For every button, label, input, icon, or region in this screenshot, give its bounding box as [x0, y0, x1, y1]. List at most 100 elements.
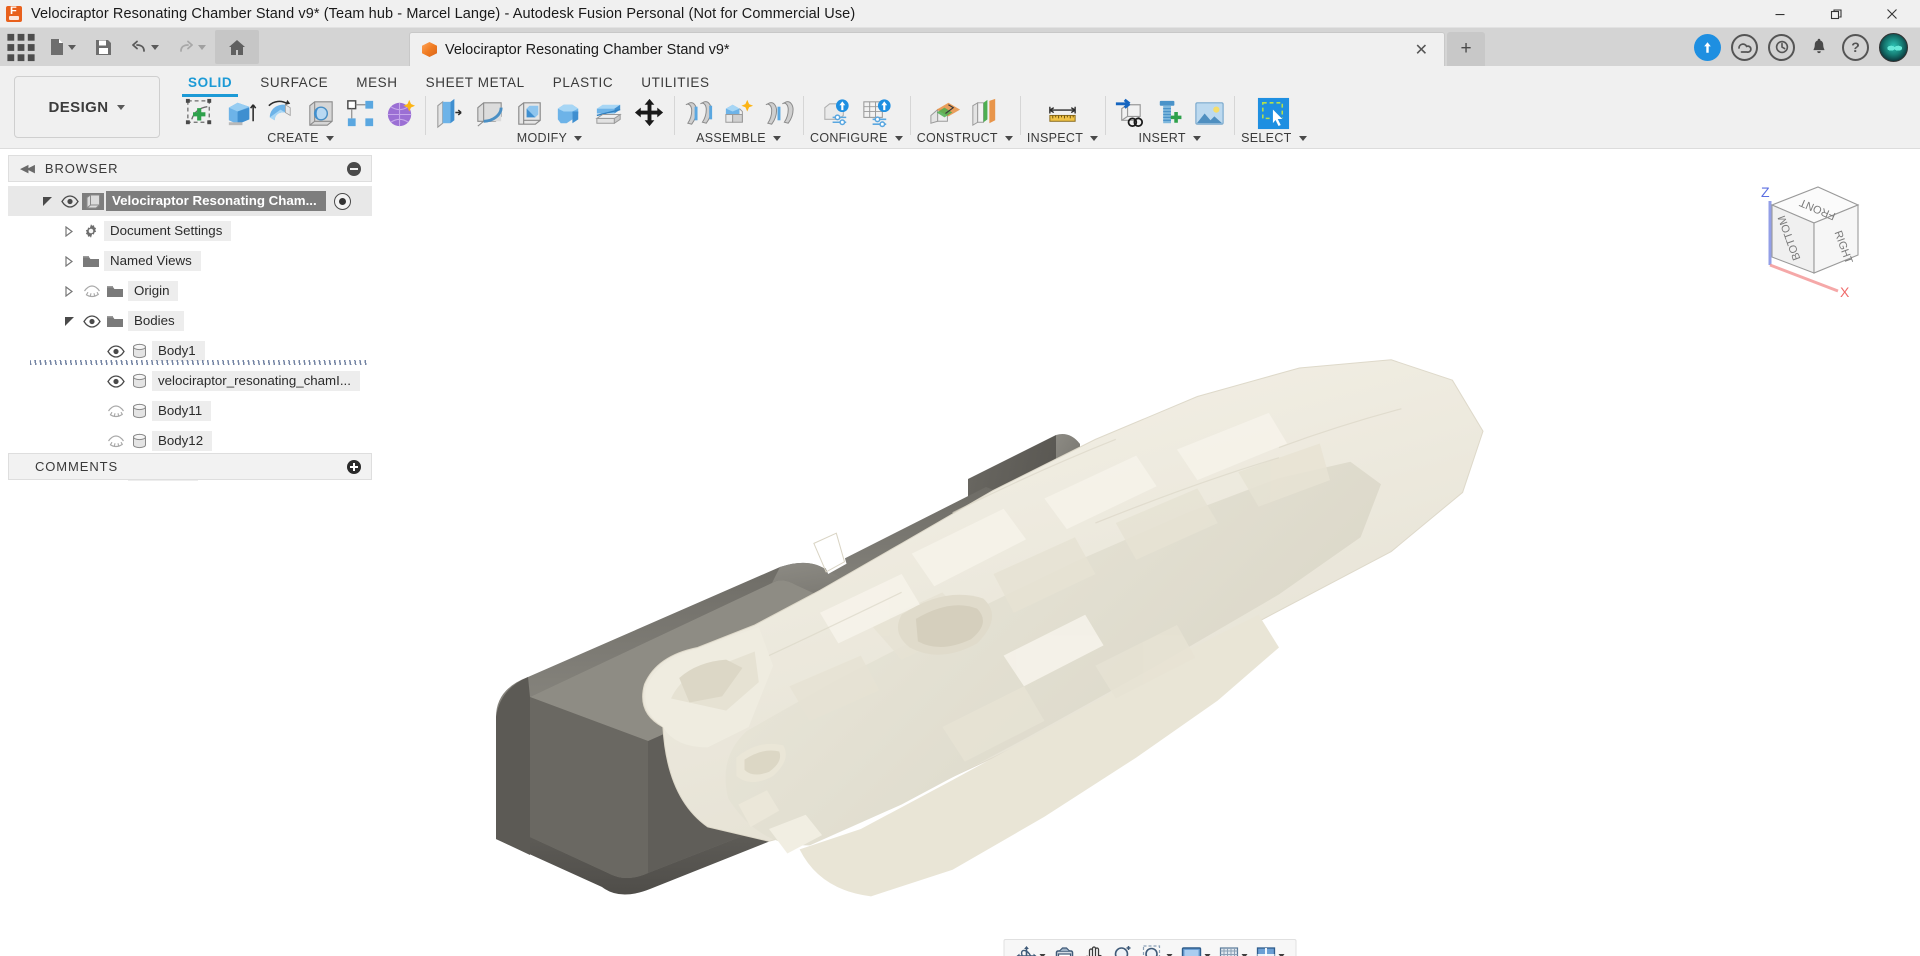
extension-manager-icon[interactable] — [1694, 33, 1721, 61]
bolt-plus-icon[interactable] — [1152, 96, 1187, 131]
pan-button[interactable] — [1081, 942, 1108, 956]
view-cube[interactable]: Z X FRONT BOTTOM RIGHT — [1734, 161, 1884, 301]
tab-sheet-metal[interactable]: SHEET METAL — [412, 70, 539, 94]
notifications-bell-icon[interactable] — [1805, 34, 1832, 61]
maximize-button[interactable] — [1808, 0, 1864, 28]
hole-icon[interactable] — [303, 96, 338, 131]
plus-circle-icon[interactable] — [347, 459, 361, 474]
tree-node-bodies[interactable]: Bodies — [8, 306, 372, 336]
new-tab-button[interactable]: + — [1447, 32, 1485, 66]
workspace-selector[interactable]: DESIGN — [14, 76, 160, 138]
app-grid-button[interactable] — [4, 30, 38, 64]
visibility-eye-icon[interactable] — [104, 434, 128, 448]
image-canvas-icon[interactable] — [1192, 96, 1227, 131]
insert-derive-icon[interactable] — [1112, 96, 1147, 131]
configuration-table-icon[interactable] — [859, 96, 894, 131]
offset-plane-icon[interactable] — [927, 96, 962, 131]
panel-construct-label[interactable]: CONSTRUCT — [917, 131, 1013, 145]
collapse-left-icon[interactable]: ◀◀ — [20, 162, 35, 175]
press-pull-icon[interactable] — [432, 96, 467, 131]
save-button[interactable] — [86, 30, 120, 64]
configure-design-icon[interactable] — [819, 96, 854, 131]
grid-snaps-button[interactable] — [1216, 942, 1251, 956]
zoom-button[interactable] — [1110, 942, 1138, 956]
tab-solid[interactable]: SOLID — [174, 70, 246, 97]
panel-create-label[interactable]: CREATE — [267, 131, 334, 145]
orbit-button[interactable] — [1013, 942, 1049, 956]
job-status-icon[interactable] — [1731, 33, 1758, 61]
twisty-down-icon[interactable] — [36, 196, 58, 206]
panel-assemble-label[interactable]: ASSEMBLE — [696, 131, 781, 145]
fillet-icon[interactable] — [472, 96, 507, 131]
comments-bar[interactable]: COMMENTS — [8, 453, 372, 480]
home-button[interactable] — [215, 30, 259, 64]
tree-node-origin[interactable]: Origin — [8, 276, 372, 306]
visibility-eye-icon[interactable] — [58, 194, 82, 208]
user-avatar[interactable] — [1879, 32, 1908, 62]
undo-button[interactable] — [121, 30, 167, 64]
visibility-eye-icon[interactable] — [80, 314, 104, 328]
visibility-eye-icon[interactable] — [104, 374, 128, 388]
panel-select-label[interactable]: SELECT — [1241, 131, 1307, 145]
move-arrows-icon[interactable] — [632, 96, 667, 131]
redo-button[interactable] — [168, 30, 214, 64]
twisty-right-icon[interactable] — [58, 225, 80, 237]
chevron-down-icon — [772, 135, 781, 141]
gear-icon — [80, 223, 102, 239]
panel-insert-label[interactable]: INSERT — [1138, 131, 1201, 145]
sketch-plus-icon[interactable] — [183, 96, 218, 131]
revolve-icon[interactable] — [263, 96, 298, 131]
twisty-right-icon[interactable] — [58, 255, 80, 267]
measure-ruler-icon[interactable] — [1045, 96, 1080, 131]
panel-inspect-label[interactable]: INSPECT — [1027, 131, 1099, 145]
close-window-button[interactable] — [1864, 0, 1920, 28]
panel-insert-tools — [1112, 94, 1227, 132]
pattern-icon[interactable] — [343, 96, 378, 131]
select-cursor-icon[interactable] — [1256, 96, 1291, 131]
tab-utilities[interactable]: UTILITIES — [627, 70, 723, 94]
combine-icon[interactable] — [552, 96, 587, 131]
twisty-right-icon[interactable] — [58, 285, 80, 297]
view-cube-svg[interactable]: Z X FRONT BOTTOM RIGHT — [1734, 161, 1884, 301]
tab-plastic[interactable]: PLASTIC — [539, 70, 627, 94]
minus-circle-icon[interactable] — [347, 161, 361, 176]
new-file-button[interactable] — [39, 30, 85, 64]
extrude-icon[interactable] — [223, 96, 258, 131]
activate-component-radio[interactable] — [333, 192, 351, 210]
recent-activity-icon[interactable] — [1768, 33, 1795, 61]
tree-node-body12[interactable]: Body12 — [8, 426, 372, 456]
panel-create-tools — [183, 94, 418, 132]
canvas-3d-viewport[interactable]: Z X FRONT BOTTOM RIGHT — [380, 149, 1920, 956]
close-tab-button[interactable]: ✕ — [1411, 40, 1432, 60]
tree-node-root[interactable]: Velociraptor Resonating Cham... — [8, 186, 372, 216]
visibility-eye-icon[interactable] — [104, 344, 128, 358]
look-at-button[interactable] — [1051, 942, 1079, 956]
shell-icon[interactable] — [512, 96, 547, 131]
tab-mesh[interactable]: MESH — [342, 70, 411, 94]
plane-stack-icon[interactable] — [967, 96, 1002, 131]
form-sphere-icon[interactable] — [383, 96, 418, 131]
component-icon[interactable] — [681, 96, 716, 131]
visibility-eye-icon[interactable] — [104, 404, 128, 418]
split-icon[interactable] — [592, 96, 627, 131]
display-settings-button[interactable] — [1178, 942, 1214, 956]
tree-node-named-views[interactable]: Named Views — [8, 246, 372, 276]
twisty-down-icon[interactable] — [58, 316, 80, 326]
minimize-button[interactable] — [1752, 0, 1808, 28]
document-tab[interactable]: Velociraptor Resonating Chamber Stand v9… — [409, 32, 1445, 66]
gear-glyph — [85, 224, 97, 238]
panel-modify-label[interactable]: MODIFY — [517, 131, 583, 145]
viewports-icon — [1256, 946, 1276, 956]
as-built-joint-icon[interactable] — [761, 96, 796, 131]
tree-node-body1[interactable]: Body1 — [8, 336, 372, 366]
help-icon[interactable]: ? — [1842, 33, 1869, 61]
panel-configure-label[interactable]: CONFIGURE — [810, 131, 903, 145]
viewports-button[interactable] — [1253, 942, 1288, 956]
fit-button[interactable] — [1140, 942, 1176, 956]
tree-node-body11[interactable]: Body11 — [8, 396, 372, 426]
tree-node-velociraptor-body[interactable]: velociraptor_resonating_chamI... — [8, 366, 372, 396]
tab-surface[interactable]: SURFACE — [246, 70, 342, 94]
tree-node-document-settings[interactable]: Document Settings — [8, 216, 372, 246]
visibility-eye-icon[interactable] — [80, 284, 104, 298]
joint-star-icon[interactable] — [721, 96, 756, 131]
